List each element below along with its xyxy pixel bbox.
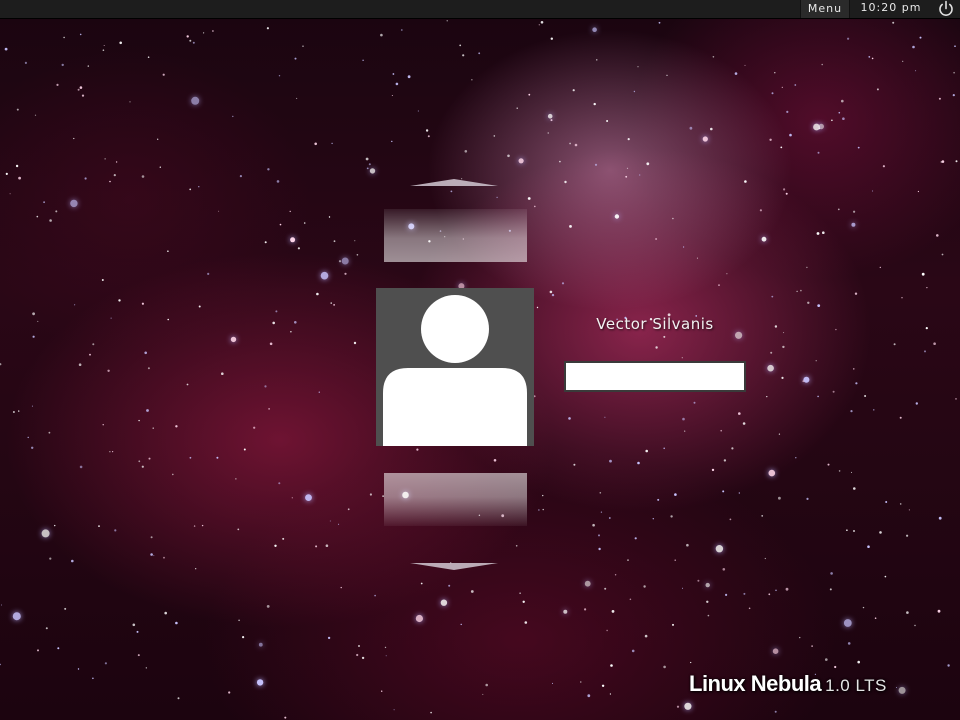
clock: 10:20 pm [860, 1, 922, 14]
distro-branding: Linux Nebula 1.0 LTS [689, 671, 887, 697]
top-panel: Menu 10:20 pm [0, 0, 960, 19]
previous-user-tile[interactable] [384, 209, 527, 262]
next-user-tile[interactable] [384, 473, 527, 526]
avatar[interactable] [376, 288, 534, 446]
desktop-wallpaper: Menu 10:20 pm Vector Silvanis Linux Nebu… [0, 0, 960, 720]
menu-button[interactable]: Menu [800, 0, 850, 18]
user-silhouette-icon [383, 295, 527, 446]
distro-version: 1.0 LTS [825, 676, 887, 695]
distro-name: Linux Nebula [689, 671, 822, 696]
password-field[interactable] [564, 361, 746, 392]
chevron-up-icon[interactable] [410, 179, 498, 186]
chevron-down-icon[interactable] [410, 563, 498, 570]
user-name: Vector Silvanis [596, 315, 714, 333]
power-icon[interactable] [936, 0, 956, 18]
